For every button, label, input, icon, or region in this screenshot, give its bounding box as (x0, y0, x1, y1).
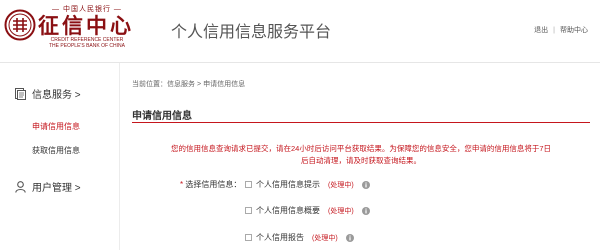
option-checkbox[interactable] (245, 234, 252, 241)
option-credit-report[interactable]: 个人信用报告 (处理中) (245, 232, 354, 243)
select-credit-info-text: 选择信用信息： (185, 180, 242, 189)
sidebar-group-user-management[interactable]: 用户管理 > (15, 179, 81, 194)
user-icon (15, 180, 26, 193)
breadcrumb: 当前位置：信息服务 > 申请信用信息 (132, 79, 245, 89)
required-mark: * (180, 180, 184, 189)
help-center-link[interactable]: 帮助中心 (560, 27, 588, 34)
page-header: — 中国人民银行 — 征信中心 CREDIT REFERENCE CENTER … (0, 0, 600, 62)
sidebar-group-info-services[interactable]: 信息服务 > (15, 86, 81, 101)
breadcrumb-level1[interactable]: 信息服务 (167, 81, 195, 88)
logo-name-text: 征信中心 (38, 13, 134, 38)
option-label: 个人信用信息概要 (256, 206, 320, 215)
sidebar-group-label: 信息服务 > (32, 90, 81, 101)
top-links-separator: | (553, 27, 555, 34)
option-status: (处理中) (328, 181, 354, 189)
select-credit-info-label: * 选择信用信息： (180, 179, 241, 190)
credit-center-emblem-icon (4, 9, 36, 41)
option-label: 个人信用信息提示 (256, 180, 320, 189)
logout-link[interactable]: 退出 (534, 27, 548, 34)
section-title: 申请信用信息 (132, 111, 192, 122)
sidebar: 信息服务 > 申请信用信息 获取信用信息 用户管理 > (0, 63, 120, 250)
option-credit-info-hint[interactable]: 个人信用信息提示 (处理中) (245, 179, 370, 190)
option-status: (处理中) (328, 207, 354, 215)
logo-text: — 中国人民银行 — 征信中心 CREDIT REFERENCE CENTER … (38, 4, 136, 49)
info-icon[interactable] (361, 180, 370, 189)
notice-line2: 后自动清理，请及时获取查询结果。 (301, 156, 421, 165)
breadcrumb-arrow: > (197, 81, 202, 88)
section-title-underline (132, 122, 590, 123)
option-label: 个人信用报告 (256, 233, 304, 242)
site-title: 个人信用信息服务平台 (171, 24, 332, 41)
option-checkbox[interactable] (245, 181, 252, 188)
sidebar-item-apply-credit-info[interactable]: 申请信用信息 (32, 121, 80, 132)
notice-line1: 您的信用信息查询请求已提交，请在24小时后访问平台获取结果。为保障您的信息安全，… (170, 144, 551, 153)
main-content: 当前位置：信息服务 > 申请信用信息 申请信用信息 您的信用信息查询请求已提交，请在… (132, 63, 592, 250)
option-status: (处理中) (312, 234, 338, 242)
sidebar-group-label: 用户管理 > (32, 183, 81, 194)
info-icon[interactable] (345, 233, 354, 242)
breadcrumb-prefix: 当前位置： (132, 81, 167, 88)
logo-english-line2: THE PEOPLE'S BANK OF CHINA (49, 43, 125, 49)
document-icon (15, 87, 26, 100)
sidebar-item-get-credit-info[interactable]: 获取信用信息 (32, 145, 80, 156)
info-icon[interactable] (361, 206, 370, 215)
submission-notice: 您的信用信息查询请求已提交，请在24小时后访问平台获取结果。为保障您的信息安全，… (132, 143, 590, 167)
breadcrumb-level2: 申请信用信息 (203, 81, 246, 88)
option-checkbox[interactable] (245, 207, 252, 214)
top-links: 退出 | 帮助中心 (534, 25, 588, 35)
option-credit-info-summary[interactable]: 个人信用信息概要 (处理中) (245, 205, 370, 216)
